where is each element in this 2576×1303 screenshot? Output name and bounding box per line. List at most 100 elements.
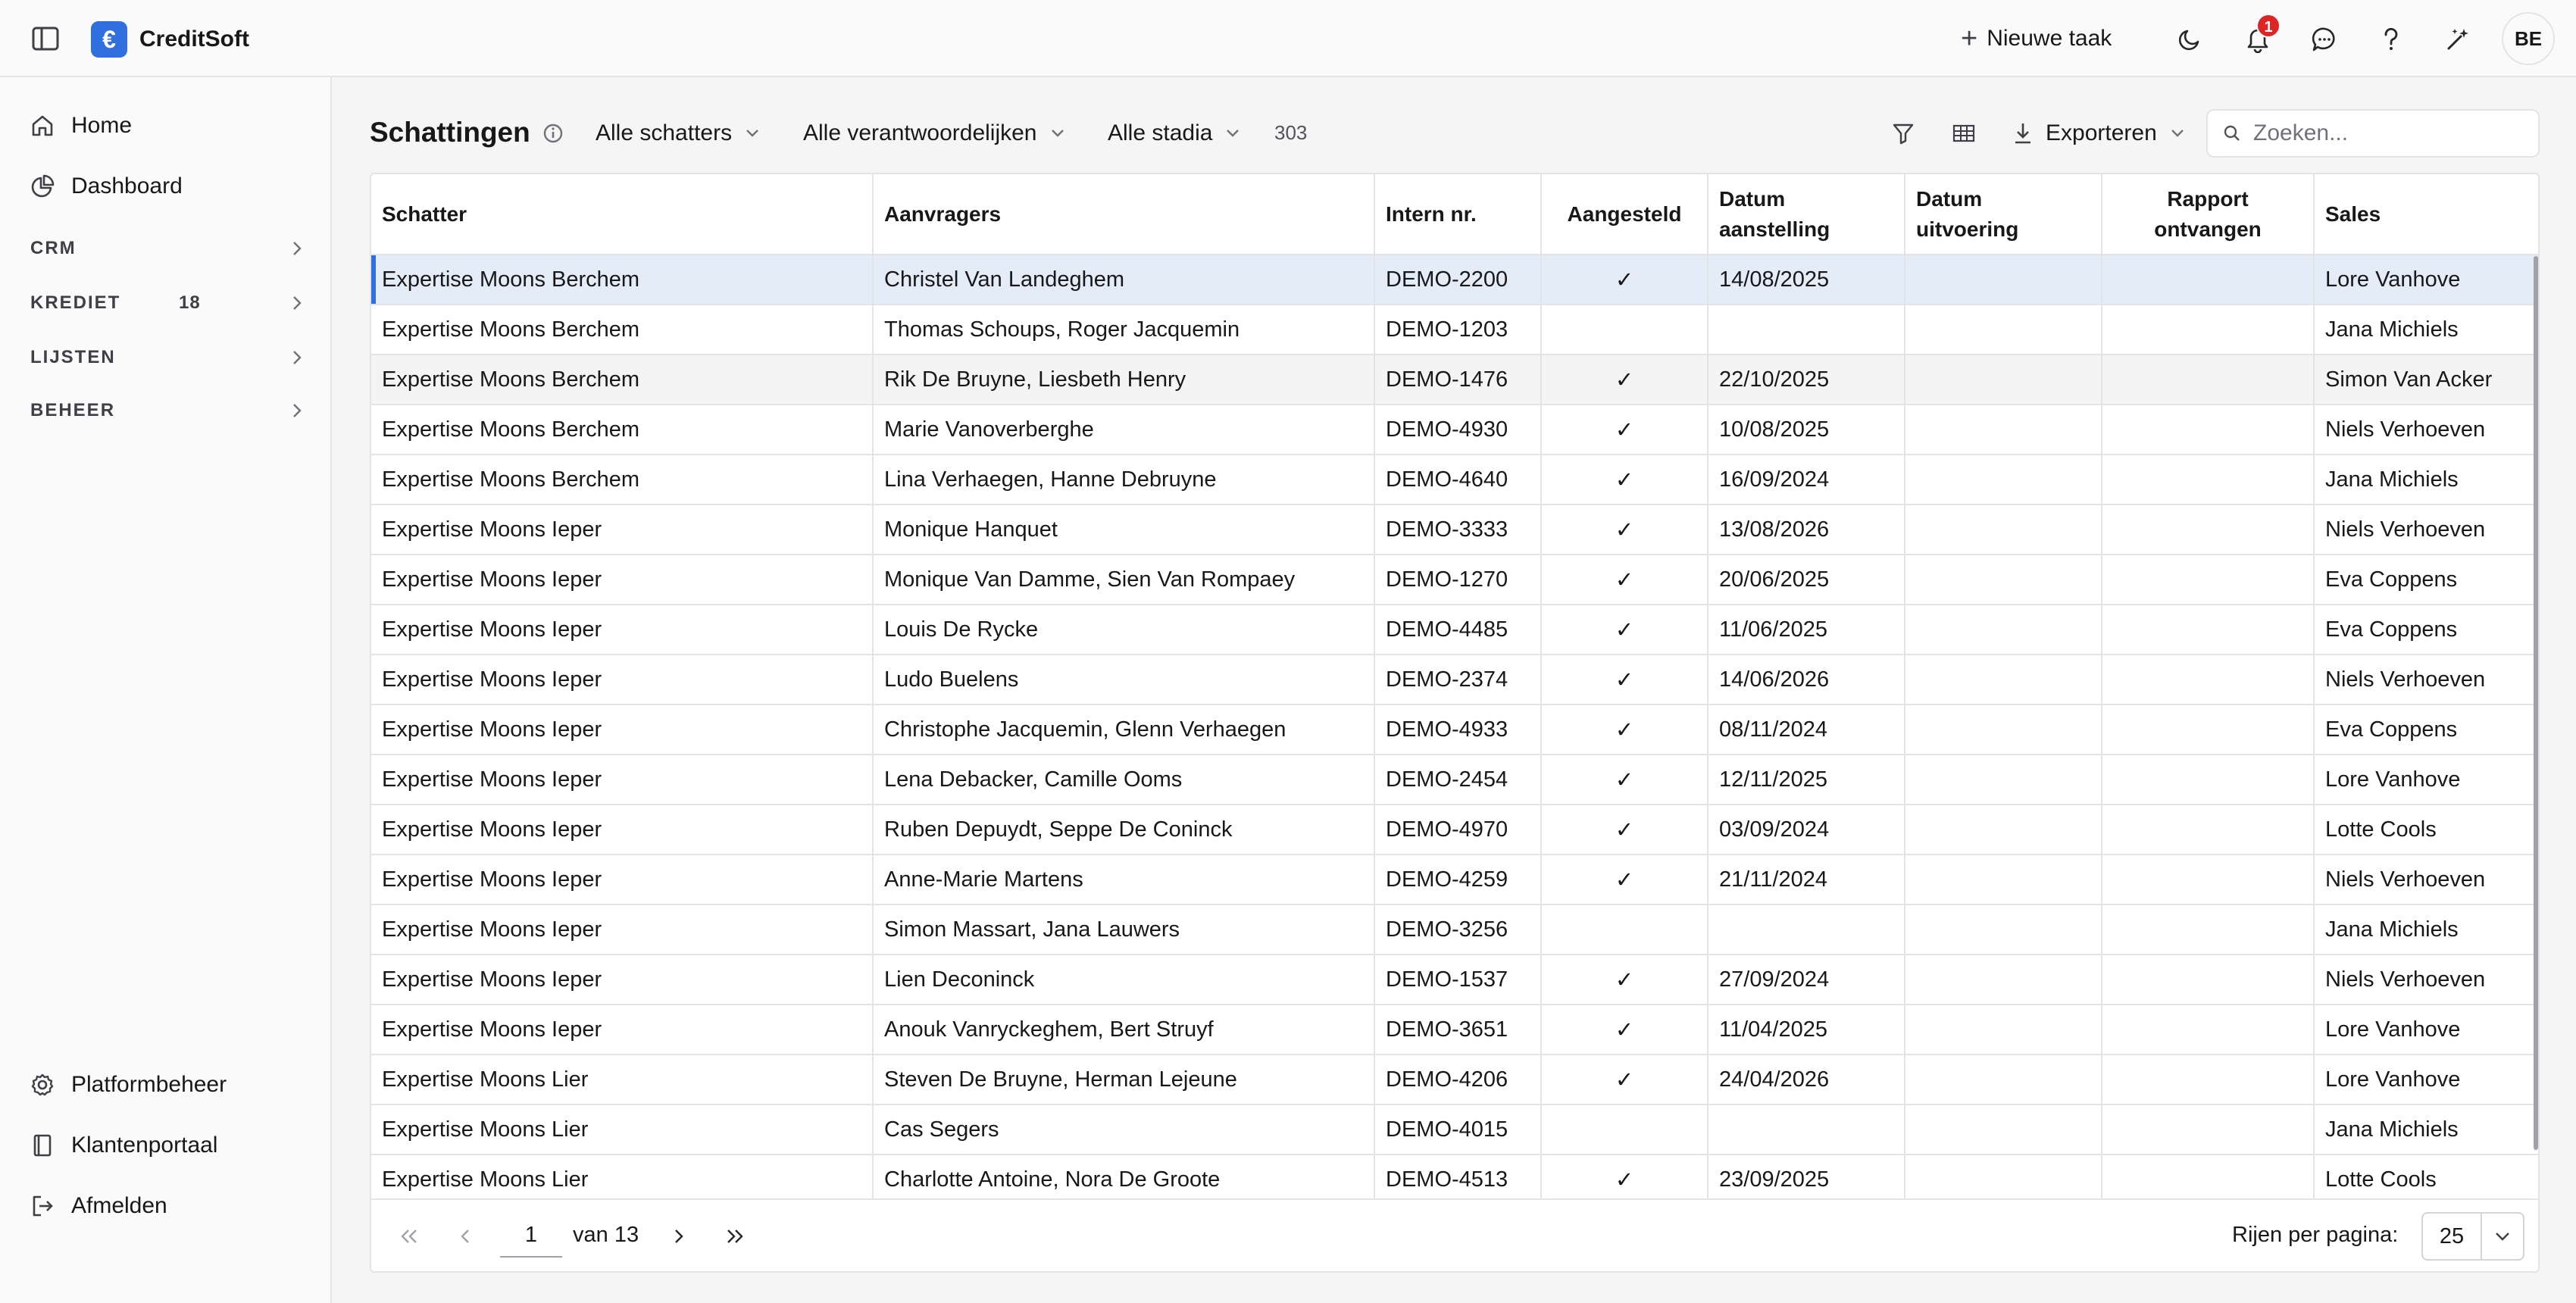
column-header-rapport-ontvangen[interactable]: Rapport ontvangen	[2102, 174, 2315, 255]
sidebar-group-beheer[interactable]: BEHEER	[30, 392, 303, 429]
cell-rapport-ontvangen	[2102, 305, 2315, 355]
checkmark-icon: ✓	[1615, 717, 1634, 742]
sidebar-group-lijsten[interactable]: LIJSTEN	[30, 339, 303, 376]
search-input[interactable]	[2253, 120, 2526, 146]
table-row[interactable]: Expertise Moons Ieper Louis De Rycke DEMO-…	[371, 605, 2538, 655]
table-row[interactable]: Expertise Moons Berchem Marie Vanoverberg…	[371, 405, 2538, 455]
export-button[interactable]: Exporteren	[2012, 115, 2186, 152]
table-row[interactable]: Expertise Moons Lier Cas Segers DEMO-4015 J…	[371, 1105, 2538, 1155]
cell-schatter: Expertise Moons Berchem	[371, 255, 874, 305]
table-row[interactable]: Expertise Moons Ieper Simon Massart, Jana…	[371, 905, 2538, 955]
column-header-datum-uitvoering[interactable]: Datum uitvoering	[1905, 174, 2102, 255]
moon-icon[interactable]	[2173, 23, 2206, 56]
cell-datum-uitvoering	[1905, 1055, 2102, 1105]
table-row[interactable]: Expertise Moons Ieper Ruben Depuydt, Sepp…	[371, 805, 2538, 855]
new-task-button[interactable]: + Nieuwe taak	[1961, 21, 2112, 56]
cell-sales: Lore Vanhove	[2314, 1005, 2538, 1055]
cell-intern-nr: DEMO-4933	[1374, 705, 1542, 755]
table-row[interactable]: Expertise Moons Ieper Ludo Buelens DEMO-23…	[371, 655, 2538, 705]
cell-aanvragers: Lina Verhaegen, Hanne Debruyne	[873, 455, 1375, 505]
cell-rapport-ontvangen	[2102, 555, 2315, 605]
table-row[interactable]: Expertise Moons Ieper Anouk Vanryckeghem,…	[371, 1005, 2538, 1055]
chevron-down-icon	[746, 130, 758, 137]
column-header-label: aanstelling	[1719, 217, 1830, 241]
table-row[interactable]: Expertise Moons Ieper Monique Van Damme, …	[371, 555, 2538, 605]
cell-aangesteld: ✓	[1541, 505, 1708, 555]
table-row[interactable]: Expertise Moons Ieper Christophe Jacquemi…	[371, 705, 2538, 755]
last-page-icon[interactable]	[718, 1220, 752, 1253]
first-page-icon[interactable]	[392, 1220, 426, 1253]
chevron-down-icon	[1051, 130, 1064, 137]
rows-per-page-select[interactable]: 25	[2421, 1212, 2524, 1261]
search-box[interactable]	[2206, 109, 2540, 158]
cell-datum-aanstelling: 23/09/2025	[1708, 1155, 1905, 1205]
table-row[interactable]: Expertise Moons Lier Charlotte Antoine, N…	[371, 1155, 2538, 1205]
table-row[interactable]: Expertise Moons Berchem Christel Van Land…	[371, 255, 2538, 305]
cell-intern-nr: DEMO-4640	[1374, 455, 1542, 505]
table-row[interactable]: Expertise Moons Ieper Anne-Marie Martens D…	[371, 855, 2538, 905]
filter-schatters-dropdown[interactable]: Alle schatters	[596, 117, 761, 150]
table-row[interactable]: Expertise Moons Lier Steven De Bruyne, He…	[371, 1055, 2538, 1105]
sidebar-item-platformbeheer[interactable]: Platformbeheer	[30, 1064, 303, 1106]
help-icon[interactable]	[2374, 23, 2408, 56]
column-header-sales[interactable]: Sales	[2314, 174, 2538, 255]
cell-datum-uitvoering	[1905, 905, 2102, 955]
cell-datum-uitvoering	[1905, 855, 2102, 905]
table-row[interactable]: Expertise Moons Ieper Lien Deconinck DEMO-…	[371, 955, 2538, 1005]
columns-icon[interactable]	[1946, 115, 1982, 152]
sidebar-item-klantenportaal[interactable]: Klantenportaal	[30, 1124, 303, 1167]
app-name[interactable]: CreditSoft	[139, 24, 249, 55]
cell-datum-aanstelling: 27/09/2024	[1708, 955, 1905, 1005]
table-scrollbar[interactable]	[2534, 256, 2538, 1150]
column-header-aangesteld[interactable]: Aangesteld	[1541, 174, 1708, 255]
table-row[interactable]: Expertise Moons Berchem Lina Verhaegen, H…	[371, 455, 2538, 505]
cell-schatter: Expertise Moons Lier	[371, 1105, 874, 1155]
app-logo[interactable]: €	[91, 21, 127, 58]
table-row[interactable]: Expertise Moons Ieper Monique Hanquet DEMO…	[371, 505, 2538, 555]
cell-intern-nr: DEMO-1537	[1374, 955, 1542, 1005]
home-icon	[32, 115, 53, 136]
table-row[interactable]: Expertise Moons Ieper Lena Debacker, Cami…	[371, 755, 2538, 805]
cell-sales: Lotte Cools	[2314, 805, 2538, 855]
sidebar-item-afmelden[interactable]: Afmelden	[30, 1185, 303, 1227]
chat-icon[interactable]	[2308, 23, 2341, 56]
info-icon[interactable]	[542, 123, 564, 148]
cell-datum-uitvoering	[1905, 455, 2102, 505]
checkmark-icon: ✓	[1615, 867, 1634, 892]
sidebar-toggle-icon[interactable]	[32, 26, 59, 52]
column-header-label: Sales	[2325, 202, 2381, 226]
column-header-datum-aanstelling[interactable]: Datum aanstelling	[1708, 174, 1905, 255]
sidebar-item-dashboard[interactable]: Dashboard	[30, 165, 303, 208]
cell-datum-aanstelling: 14/08/2025	[1708, 255, 1905, 305]
chevron-right-icon	[293, 242, 302, 255]
filter-icon[interactable]	[1885, 115, 1921, 152]
column-header-intern-nr[interactable]: Intern nr.	[1374, 174, 1542, 255]
sidebar-group-label: BEHEER	[30, 400, 116, 420]
cell-schatter: Expertise Moons Ieper	[371, 805, 874, 855]
column-header-aanvragers[interactable]: Aanvragers	[873, 174, 1375, 255]
filter-verantwoordelijken-dropdown[interactable]: Alle verantwoordelijken	[803, 117, 1066, 150]
sidebar-item-home[interactable]: Home	[30, 105, 303, 147]
sidebar-group-crm[interactable]: CRM	[30, 230, 303, 267]
user-avatar[interactable]: BE	[2502, 12, 2555, 65]
cell-intern-nr: DEMO-3333	[1374, 505, 1542, 555]
table-row[interactable]: Expertise Moons Berchem Rik De Bruyne, Li…	[371, 355, 2538, 405]
sidebar-group-krediet[interactable]: KREDIET 18	[30, 285, 303, 321]
checkmark-icon: ✓	[1615, 467, 1634, 492]
page-number-input[interactable]	[500, 1214, 562, 1258]
filter-stadia-dropdown[interactable]: Alle stadia	[1108, 117, 1241, 150]
cell-aanvragers: Lien Deconinck	[873, 955, 1375, 1005]
checkmark-icon: ✓	[1615, 767, 1634, 792]
table-row[interactable]: Expertise Moons Berchem Thomas Schoups, R…	[371, 305, 2538, 355]
cell-sales: Jana Michiels	[2314, 1105, 2538, 1155]
checkmark-icon: ✓	[1615, 567, 1634, 592]
cell-aangesteld: ✓	[1541, 355, 1708, 405]
cell-sales: Lore Vanhove	[2314, 255, 2538, 305]
previous-page-icon[interactable]	[449, 1220, 482, 1253]
page-count-label: van 13	[573, 1223, 639, 1247]
next-page-icon[interactable]	[662, 1220, 696, 1253]
column-header-schatter[interactable]: Schatter	[371, 174, 874, 255]
result-count: 303	[1274, 121, 1308, 144]
column-header-label: Datum	[1719, 186, 1786, 211]
magic-wand-icon[interactable]	[2441, 23, 2474, 56]
